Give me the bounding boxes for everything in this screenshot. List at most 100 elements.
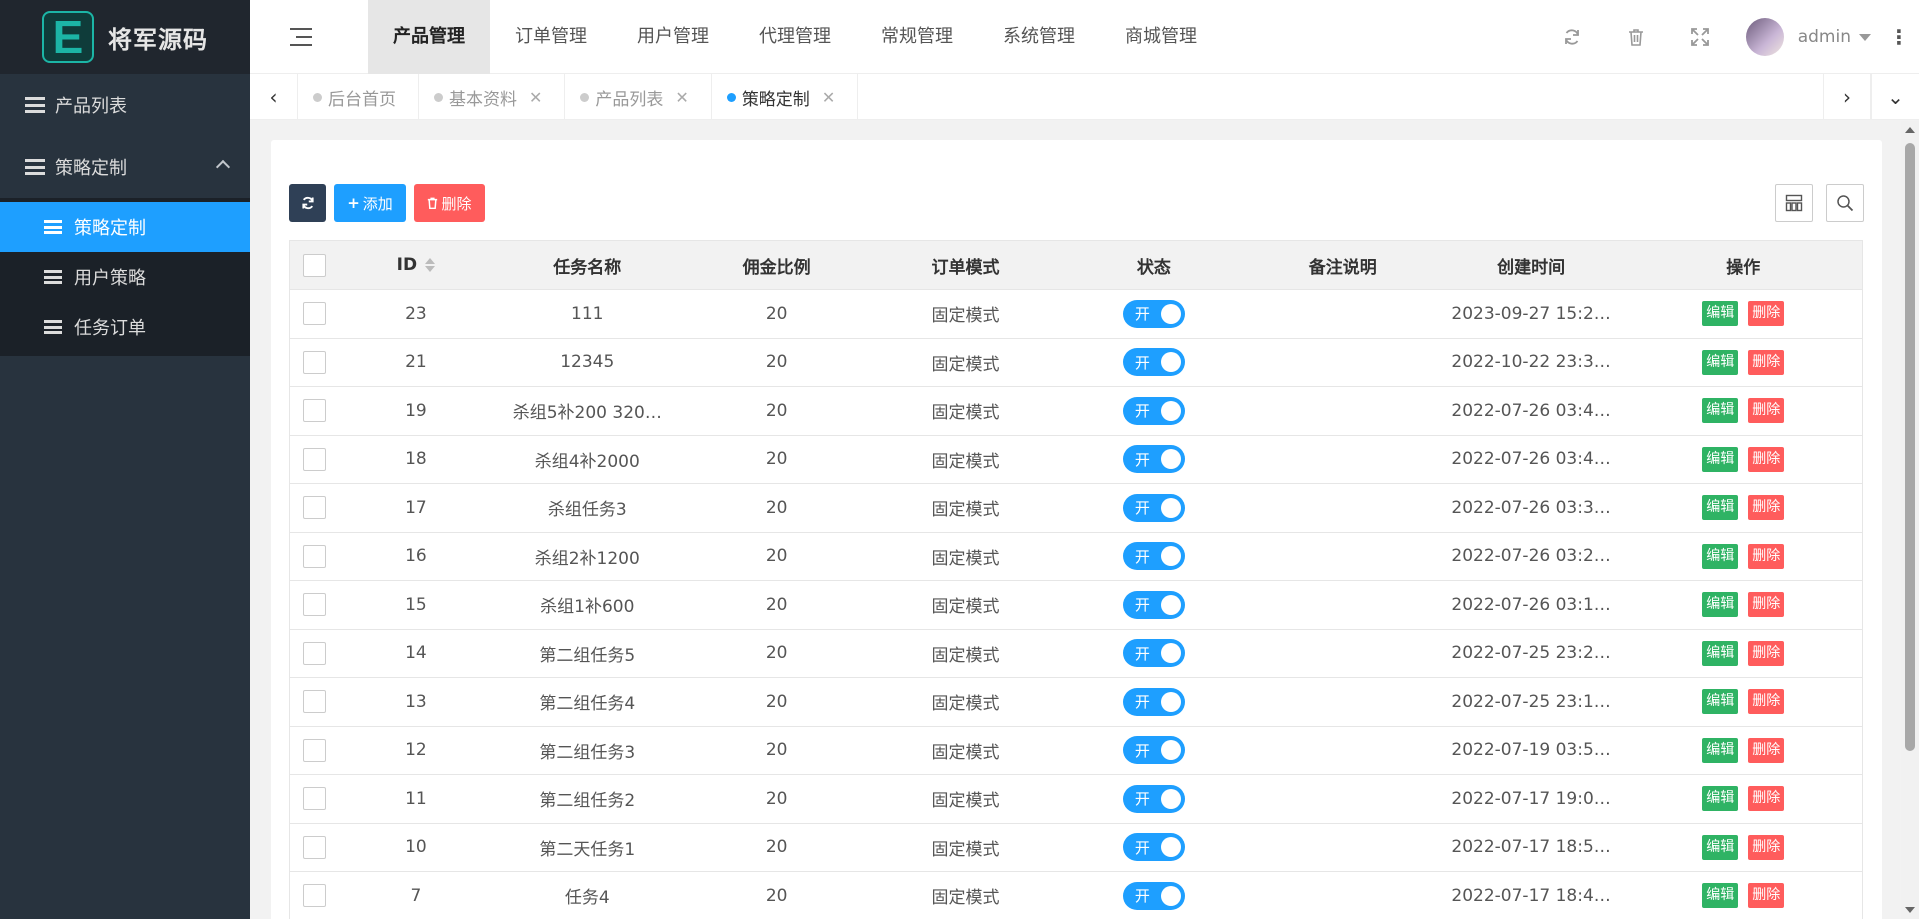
fullscreen-icon[interactable] [1668, 28, 1732, 46]
chevron-right-icon[interactable]: › [1823, 74, 1871, 120]
tab-home[interactable]: 后台首页 [298, 74, 419, 120]
row-checkbox[interactable] [303, 835, 327, 859]
row-delete-button[interactable]: 删除 [1748, 398, 1785, 424]
row-checkbox[interactable] [303, 593, 327, 617]
tab-profile[interactable]: 基本资料 ✕ [419, 74, 566, 120]
scroll-up-icon[interactable] [1905, 127, 1915, 133]
columns-icon[interactable] [1775, 184, 1813, 222]
row-checkbox[interactable] [303, 399, 327, 423]
edit-button[interactable]: 编辑 [1702, 592, 1739, 618]
chevron-down-icon[interactable] [1859, 33, 1871, 41]
edit-button[interactable]: 编辑 [1702, 398, 1739, 424]
edit-button[interactable]: 编辑 [1702, 883, 1739, 909]
chevron-down-icon[interactable]: ⌄ [1871, 74, 1919, 120]
row-delete-button[interactable]: 删除 [1748, 446, 1785, 472]
edit-button[interactable]: 编辑 [1702, 640, 1739, 666]
status-switch[interactable]: 开 [1122, 881, 1185, 910]
row-checkbox-cell [289, 532, 340, 581]
topnav-users[interactable]: 用户管理 [612, 0, 734, 74]
edit-button[interactable]: 编辑 [1702, 689, 1739, 715]
status-switch[interactable]: 开 [1122, 542, 1185, 571]
edit-button[interactable]: 编辑 [1702, 446, 1739, 472]
row-delete-button[interactable]: 删除 [1748, 640, 1785, 666]
close-icon[interactable]: ✕ [675, 88, 688, 107]
status-switch[interactable]: 开 [1122, 348, 1185, 377]
topnav-product[interactable]: 产品管理 [368, 0, 490, 74]
row-delete-button[interactable]: 删除 [1748, 786, 1785, 812]
cell-note [1247, 871, 1438, 919]
status-switch[interactable]: 开 [1122, 639, 1185, 668]
more-vertical-icon[interactable]: ⋮ [1879, 25, 1919, 49]
logo[interactable]: E 将军源码 [0, 0, 250, 74]
topnav-orders[interactable]: 订单管理 [490, 0, 612, 74]
status-switch[interactable]: 开 [1122, 736, 1185, 765]
vertical-scrollbar[interactable] [1901, 121, 1919, 919]
row-checkbox[interactable] [303, 787, 327, 811]
edit-button[interactable]: 编辑 [1702, 301, 1739, 327]
column-header-id[interactable]: ID [339, 240, 493, 290]
row-checkbox[interactable] [303, 690, 327, 714]
tab-strategy[interactable]: 策略定制 ✕ [712, 74, 859, 120]
row-delete-button[interactable]: 删除 [1748, 349, 1785, 375]
edit-button[interactable]: 编辑 [1702, 349, 1739, 375]
sidebar-subitem-task-orders[interactable]: 任务订单 [0, 302, 250, 352]
close-icon[interactable]: ✕ [529, 88, 542, 107]
edit-button[interactable]: 编辑 [1702, 737, 1739, 763]
status-switch[interactable]: 开 [1122, 445, 1185, 474]
edit-button[interactable]: 编辑 [1702, 786, 1739, 812]
menu-fold-icon[interactable] [290, 28, 312, 46]
topnav-agents[interactable]: 代理管理 [734, 0, 856, 74]
topnav-mall[interactable]: 商城管理 [1100, 0, 1222, 74]
row-checkbox[interactable] [303, 350, 327, 374]
cell-id: 10 [339, 823, 493, 872]
select-all-checkbox[interactable] [303, 253, 327, 277]
row-checkbox[interactable] [303, 738, 327, 762]
row-delete-button[interactable]: 删除 [1748, 883, 1785, 909]
cell-note [1247, 532, 1438, 581]
add-button[interactable]: + 添加 [334, 184, 406, 222]
row-delete-button[interactable]: 删除 [1748, 737, 1785, 763]
chevron-left-icon[interactable]: ‹ [250, 74, 298, 120]
sidebar-item-strategy[interactable]: 策略定制 [0, 136, 250, 198]
row-checkbox[interactable] [303, 302, 327, 326]
row-checkbox[interactable] [303, 447, 327, 471]
row-checkbox[interactable] [303, 884, 327, 908]
row-delete-button[interactable]: 删除 [1748, 495, 1785, 521]
row-checkbox[interactable] [303, 496, 327, 520]
username[interactable]: admin [1798, 27, 1851, 47]
sort-icon[interactable] [425, 258, 436, 272]
search-icon[interactable] [1826, 184, 1864, 222]
edit-button[interactable]: 编辑 [1702, 495, 1739, 521]
edit-button[interactable]: 编辑 [1702, 543, 1739, 569]
status-switch[interactable]: 开 [1122, 590, 1185, 619]
row-delete-button[interactable]: 删除 [1748, 301, 1785, 327]
status-switch[interactable]: 开 [1122, 396, 1185, 425]
status-switch[interactable]: 开 [1122, 833, 1185, 862]
edit-button[interactable]: 编辑 [1702, 834, 1739, 860]
sidebar-item-product-list[interactable]: 产品列表 [0, 74, 250, 136]
trash-icon[interactable] [1604, 28, 1668, 46]
row-delete-button[interactable]: 删除 [1748, 689, 1785, 715]
tab-product-list[interactable]: 产品列表 ✕ [565, 74, 712, 120]
status-switch[interactable]: 开 [1122, 784, 1185, 813]
delete-button[interactable]: 删除 [414, 184, 485, 222]
status-switch[interactable]: 开 [1122, 687, 1185, 716]
scroll-down-icon[interactable] [1905, 907, 1915, 913]
refresh-icon[interactable] [1540, 28, 1604, 46]
row-checkbox[interactable] [303, 641, 327, 665]
status-switch[interactable]: 开 [1122, 493, 1185, 522]
close-icon[interactable]: ✕ [822, 88, 835, 107]
scrollbar-thumb[interactable] [1905, 143, 1915, 751]
refresh-button[interactable] [289, 184, 326, 222]
topnav-system[interactable]: 系统管理 [978, 0, 1100, 74]
switch-label: 开 [1134, 790, 1150, 809]
status-switch[interactable]: 开 [1122, 299, 1185, 328]
sidebar-subitem-user-strategy[interactable]: 用户策略 [0, 252, 250, 302]
row-delete-button[interactable]: 删除 [1748, 834, 1785, 860]
topnav-general[interactable]: 常规管理 [856, 0, 978, 74]
row-delete-button[interactable]: 删除 [1748, 592, 1785, 618]
row-delete-button[interactable]: 删除 [1748, 543, 1785, 569]
row-checkbox[interactable] [303, 544, 327, 568]
sidebar-subitem-strategy-custom[interactable]: 策略定制 [0, 202, 250, 252]
avatar[interactable] [1745, 18, 1784, 56]
